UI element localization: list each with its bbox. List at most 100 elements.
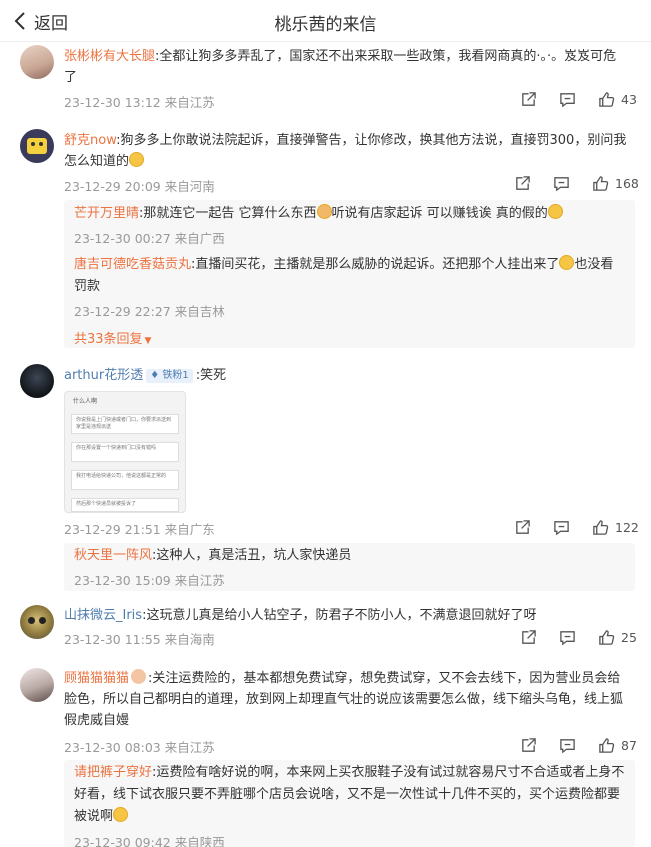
- comment-actions: 43: [520, 90, 637, 108]
- comment-image[interactable]: 什么人啊 你说我是上门快递或者门口，你要求派送到家里是违规派送 你在那设置一个快…: [64, 391, 186, 513]
- avatar[interactable]: [20, 45, 54, 79]
- comment-body: :笑死: [195, 368, 227, 383]
- reply-list: 芒开万里晴:那就连它一起告 它算什么东西 听说有店家起诉 可以赚钱诶 真的假的 2…: [64, 200, 635, 348]
- thumbs-up-icon: [599, 629, 615, 645]
- share-button[interactable]: [520, 629, 537, 646]
- comment-text: arthur花形透 ♦ 铁粉1:笑死: [64, 365, 629, 386]
- reply-author[interactable]: 秋天里一阵风: [74, 548, 152, 563]
- comment-icon: [560, 92, 575, 107]
- reply-meta: 23-12-30 00:27 来自广西: [74, 231, 225, 246]
- image-line: 你说我是上门快递或者门口，你要求派送到家里是违规派送: [76, 417, 172, 430]
- reply-meta: 23-12-29 22:27 来自吉林: [74, 304, 225, 319]
- comment-actions: 25: [520, 628, 637, 646]
- share-icon: [522, 629, 536, 644]
- like-button[interactable]: 25: [598, 629, 637, 646]
- reply-author[interactable]: 唐吉可德吃香菇贡丸: [74, 257, 191, 272]
- share-button[interactable]: [520, 91, 537, 108]
- emoji-icon: [559, 255, 575, 270]
- reply-body: 这种人，真是活丑，坑人家快递员: [156, 548, 352, 563]
- reply-text: 秋天里一阵风:这种人，真是活丑，坑人家快递员: [74, 548, 352, 563]
- reply-body: 那就连它一起告 它算什么东西: [143, 206, 317, 221]
- image-line: 什么人啊: [73, 398, 98, 405]
- emoji-icon: [316, 204, 332, 219]
- avatar[interactable]: [20, 668, 54, 702]
- image-message: 你在那设置一个快递到门口没有错吗: [71, 442, 179, 462]
- like-count: 25: [621, 629, 637, 645]
- share-button[interactable]: [520, 737, 537, 754]
- reply-meta: 23-12-30 09:42 来自陕西: [74, 835, 225, 847]
- comment-meta: 23-12-30 13:12 来自江苏: [64, 95, 215, 110]
- reply-text: 唐吉可德吃香菇贡丸:直播间买花，主播就是那么威胁的说起诉。还把那个人挂出来了 也没…: [74, 255, 614, 294]
- share-icon: [516, 519, 530, 534]
- comment-author[interactable]: arthur花形透: [64, 368, 143, 383]
- comment-author[interactable]: 顾猫猫猫猫: [64, 671, 129, 686]
- avatar[interactable]: [20, 364, 54, 398]
- share-icon: [522, 737, 536, 752]
- emoji-icon: [113, 807, 129, 822]
- reply-body: 运费险有啥好说的啊，本来网上买衣服鞋子没有试过就容易尺寸不合适或者上身不好看，线…: [74, 765, 625, 824]
- fan-badge: ♦ 铁粉1: [146, 369, 193, 383]
- comment-icon: [560, 630, 575, 645]
- comment-author[interactable]: 舒克now: [64, 133, 116, 148]
- reply-list: 秋天里一阵风:这种人，真是活丑，坑人家快递员 23-12-30 15:09 来自…: [64, 543, 635, 591]
- reply-text: 请把裤子穿好:运费险有啥好说的啊，本来网上买衣服鞋子没有试过就容易尺寸不合适或者…: [74, 765, 625, 824]
- comment-icon: [554, 520, 569, 535]
- page-title: 桃乐茜的来信: [274, 15, 377, 35]
- comment-text: 舒克now:狗多多上你敢说法院起诉，直接弹警告，让你修改，换其他方法说，直接罚3…: [64, 133, 627, 169]
- comment-text: 张彬彬有大长腿:全都让狗多多弄乱了，国家还不出来采取一些政策，我看网商真的·。·…: [64, 49, 617, 85]
- like-count: 122: [615, 519, 639, 535]
- comment-meta: 23-12-29 21:51 来自广东: [64, 522, 215, 537]
- like-button[interactable]: 122: [592, 519, 639, 536]
- like-button[interactable]: 87: [598, 737, 637, 754]
- thumbs-up-icon: [593, 175, 609, 191]
- fan-badge-label: 铁粉1: [162, 370, 189, 381]
- comment-author[interactable]: 张彬彬有大长腿: [64, 49, 155, 64]
- share-button[interactable]: [514, 519, 531, 536]
- share-button[interactable]: [514, 175, 531, 192]
- reply-author[interactable]: 芒开万里晴: [74, 206, 139, 221]
- comment-meta: 23-12-30 11:55 来自海南: [64, 632, 215, 647]
- share-icon: [522, 91, 536, 106]
- comment-author[interactable]: 山抹微云_Iris: [64, 608, 142, 623]
- like-count: 168: [615, 175, 639, 191]
- reply-text: 芒开万里晴:那就连它一起告 它算什么东西 听说有店家起诉 可以赚钱诶 真的假的: [74, 203, 626, 225]
- comment-icon: [560, 738, 575, 753]
- member-badge-icon: [131, 669, 147, 684]
- avatar[interactable]: [20, 605, 54, 639]
- emoji-icon: [547, 204, 563, 219]
- caret-down-icon: ▼: [144, 336, 152, 346]
- like-count: 43: [621, 91, 637, 107]
- avatar[interactable]: [20, 129, 54, 163]
- comment-meta: 23-12-30 08:03 来自江苏: [64, 740, 215, 755]
- image-message: 我打电话给快递公司，他说这都是正常的: [71, 470, 179, 490]
- like-button[interactable]: 43: [598, 91, 637, 108]
- reply-button[interactable]: [553, 175, 570, 192]
- comment-body: 狗多多上你敢说法院起诉，直接弹警告，让你修改，换其他方法说，直接罚300，别问我…: [64, 133, 627, 169]
- reply-list: 请把裤子穿好:运费险有啥好说的啊，本来网上买衣服鞋子没有试过就容易尺寸不合适或者…: [64, 760, 635, 847]
- reply-meta: 23-12-30 15:09 来自江苏: [74, 573, 225, 588]
- thumbs-up-icon: [599, 737, 615, 753]
- comment-actions: 87: [520, 736, 637, 754]
- reply-button[interactable]: [553, 519, 570, 536]
- reply-button[interactable]: [559, 91, 576, 108]
- like-button[interactable]: 168: [592, 175, 639, 192]
- emoji-icon: [129, 152, 145, 167]
- image-message: 你说我是上门快递或者门口，你要求派送到家里是违规派送: [71, 414, 179, 434]
- reply-body: 直播间买花，主播就是那么威胁的说起诉。还把那个人挂出来了: [195, 257, 560, 272]
- comment-text: 山抹微云_Iris:这玩意儿真是给小人钻空子，防君子不防小人，不满意退回就好了呀: [64, 608, 537, 623]
- like-count: 87: [621, 737, 637, 753]
- reply-button[interactable]: [559, 737, 576, 754]
- comment-actions: 168: [514, 174, 639, 192]
- comment-body: 关注运费险的，基本都想免费试穿，想免费试穿，又不会去线下，因为营业员会给脸色，所…: [64, 671, 624, 728]
- image-line: 你在那设置一个快递到门口没有错吗: [76, 445, 157, 451]
- thumbs-up-icon: [593, 519, 609, 535]
- top-bar: 返回 桃乐茜的来信: [0, 0, 651, 42]
- more-replies-link[interactable]: 共33条回复 ▼: [74, 328, 151, 347]
- comment-text: 顾猫猫猫猫:关注运费险的，基本都想免费试穿，想免费试穿，又不会去线下，因为营业员…: [64, 669, 624, 728]
- reply-button[interactable]: [559, 629, 576, 646]
- thumbs-up-icon: [599, 91, 615, 107]
- image-line: 然后那个快递员就被投诉了: [76, 501, 137, 507]
- share-icon: [516, 175, 530, 190]
- more-replies-label: 共33条回复: [74, 332, 143, 347]
- reply-author[interactable]: 请把裤子穿好: [74, 765, 152, 780]
